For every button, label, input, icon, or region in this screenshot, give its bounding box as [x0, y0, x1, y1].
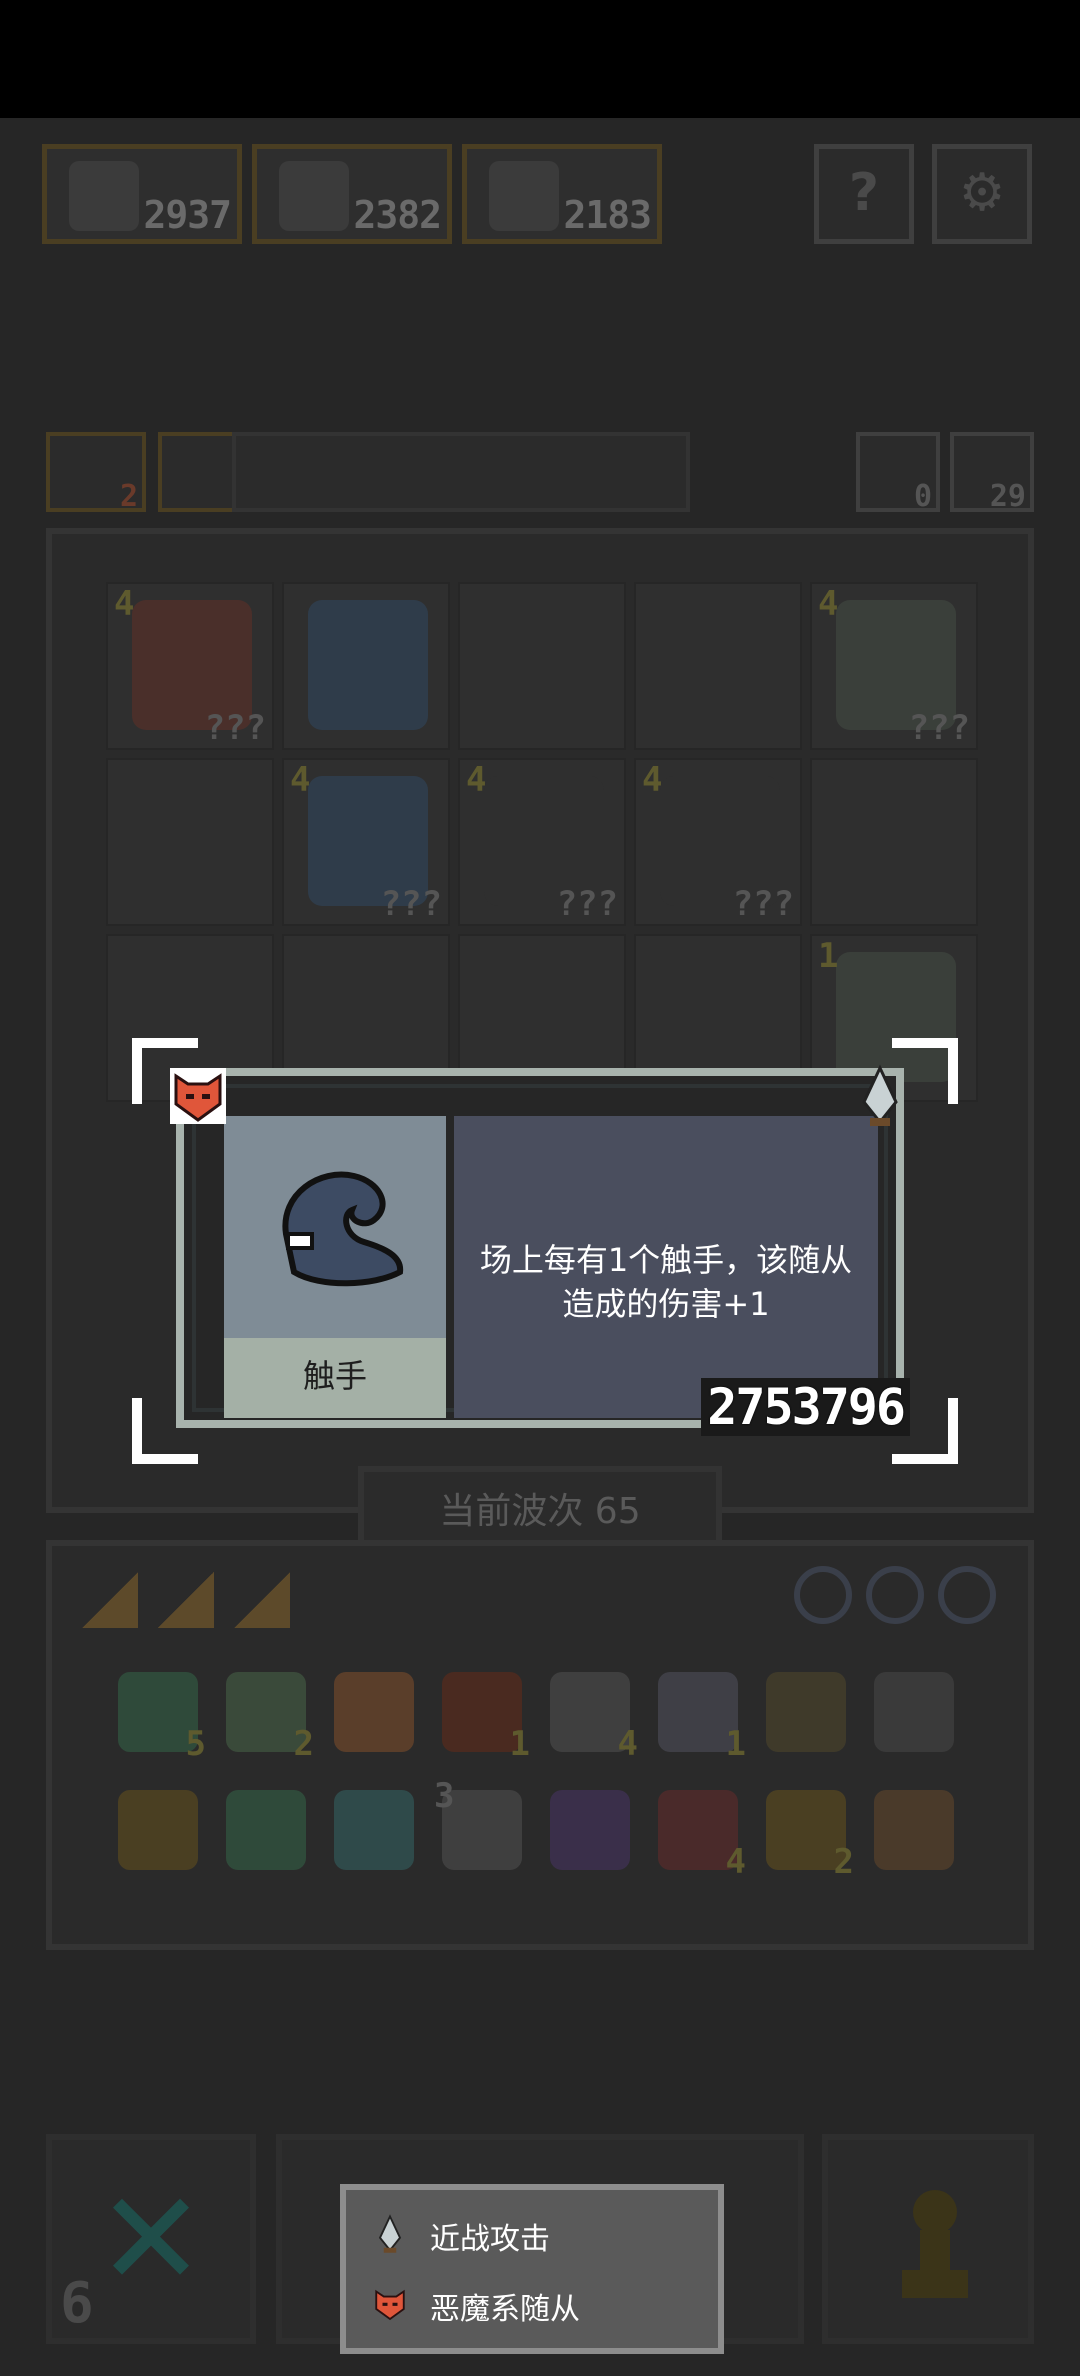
board-cell[interactable]: 4??? — [282, 758, 450, 926]
inventory-item[interactable] — [226, 1790, 306, 1870]
unit-level: 1 — [818, 936, 839, 976]
inventory-item[interactable]: 5 — [118, 1672, 206, 1764]
item-count: 1 — [725, 1724, 746, 1764]
resource-value: 2937 — [143, 193, 232, 237]
filter-icon[interactable] — [938, 1566, 996, 1624]
demon-mask-icon[interactable] — [166, 1064, 230, 1128]
settings-button[interactable]: ⚙ — [932, 144, 1032, 244]
unit-info-card: 触手 场上每有1个触手，该随从造成的伤害+1 2753796 — [176, 1068, 910, 1436]
unit-stat: ??? — [732, 884, 794, 924]
item-count: 5 — [185, 1724, 206, 1764]
unit-description-box: 场上每有1个触手，该随从造成的伤害+1 — [454, 1116, 878, 1418]
inventory-item[interactable]: 4 — [658, 1790, 746, 1882]
item-count: 4 — [617, 1724, 638, 1764]
pawn-icon — [902, 2190, 968, 2298]
item-count: 2 — [293, 1724, 314, 1764]
synergy-tab-icon[interactable] — [234, 1572, 290, 1628]
unit-stat: ??? — [380, 884, 442, 924]
filter-icon[interactable] — [794, 1566, 852, 1624]
item-count: 2 — [833, 1842, 854, 1882]
legend-label-melee: 近战攻击 — [430, 2222, 550, 2257]
board-cell[interactable]: 4??? — [458, 758, 626, 926]
board-cell[interactable]: 4??? — [634, 758, 802, 926]
legend-label-demon: 恶魔系随从 — [430, 2292, 580, 2327]
inventory-item[interactable]: 2 — [226, 1672, 314, 1764]
tentacle-icon — [282, 1171, 404, 1287]
key-count: 29 — [989, 479, 1026, 514]
resource-value: 2183 — [563, 193, 652, 237]
unit-portrait — [224, 1116, 446, 1338]
help-button[interactable]: ? — [814, 144, 914, 244]
progress-bar — [232, 432, 690, 512]
recruit-button[interactable] — [822, 2134, 1034, 2344]
unit-stat: ??? — [908, 708, 970, 748]
refresh-button[interactable]: 0 — [856, 432, 940, 514]
key-counter[interactable]: 29 — [950, 432, 1034, 514]
inventory-item[interactable] — [874, 1672, 954, 1752]
item-count: 4 — [725, 1842, 746, 1882]
inventory-item[interactable]: 1 — [442, 1672, 530, 1764]
inventory-item[interactable]: 3 — [434, 1776, 522, 1870]
character-icon — [69, 161, 139, 231]
close-icon: ✕ — [96, 2163, 206, 2315]
board-cell[interactable] — [810, 758, 978, 926]
unit-power: 2753796 — [701, 1378, 910, 1436]
melee-blade-icon — [378, 2214, 402, 2253]
item-level: 3 — [434, 1776, 455, 1816]
unit-stat: ??? — [204, 708, 266, 748]
resource-box-1: 2937 — [42, 144, 242, 244]
refresh-count: 0 — [913, 479, 932, 514]
unit-level: 4 — [818, 584, 839, 624]
unit-description: 场上每有1个触手，该随从造成的伤害+1 — [479, 1241, 853, 1323]
item-count: 1 — [509, 1724, 530, 1764]
unit-name: 触手 — [224, 1338, 446, 1418]
board-cell[interactable]: 4??? — [810, 582, 978, 750]
inventory-item[interactable] — [334, 1672, 414, 1752]
heart-counter[interactable]: 2 — [46, 432, 146, 514]
card-inner: 触手 场上每有1个触手，该随从造成的伤害+1 — [192, 1084, 888, 1418]
board-cell[interactable] — [458, 582, 626, 750]
inventory-item[interactable]: 1 — [658, 1672, 746, 1764]
inventory-item[interactable] — [118, 1790, 198, 1870]
inventory-item[interactable]: 2 — [766, 1790, 854, 1882]
heart-count: 2 — [119, 479, 138, 514]
synergy-tab-icon[interactable] — [82, 1572, 138, 1628]
legend-popup: 近战攻击 恶魔系随从 — [340, 2184, 724, 2354]
remove-count: 6 — [60, 2271, 94, 2336]
resource-value: 2382 — [353, 193, 442, 237]
resource-box-2: 2382 — [252, 144, 452, 244]
inventory-item[interactable] — [766, 1672, 846, 1752]
board-cell[interactable]: 4??? — [106, 582, 274, 750]
tentacle-icon — [489, 161, 559, 231]
unit-level: 4 — [466, 760, 487, 800]
status-bar — [0, 0, 1080, 118]
inventory-item[interactable]: 4 — [550, 1672, 638, 1764]
board-cell[interactable] — [282, 582, 450, 750]
inventory-item[interactable] — [550, 1790, 630, 1870]
board-cell[interactable] — [106, 758, 274, 926]
unit-sprite — [308, 600, 428, 730]
melee-blade-icon[interactable] — [852, 1064, 908, 1128]
inventory-item[interactable] — [334, 1790, 414, 1870]
unit-level: 4 — [290, 760, 311, 800]
board-cell[interactable] — [634, 582, 802, 750]
filter-icon[interactable] — [866, 1566, 924, 1624]
remove-button[interactable]: ✕ 6 — [46, 2134, 256, 2344]
unit-level: 4 — [642, 760, 663, 800]
tentacle-icon — [279, 161, 349, 231]
synergy-tab-icon[interactable] — [158, 1572, 214, 1628]
demon-mask-icon — [375, 2289, 405, 2321]
inventory-item[interactable] — [874, 1790, 954, 1870]
unit-stat: ??? — [556, 884, 618, 924]
resource-box-3: 2183 — [462, 144, 662, 244]
unit-level: 4 — [114, 584, 135, 624]
